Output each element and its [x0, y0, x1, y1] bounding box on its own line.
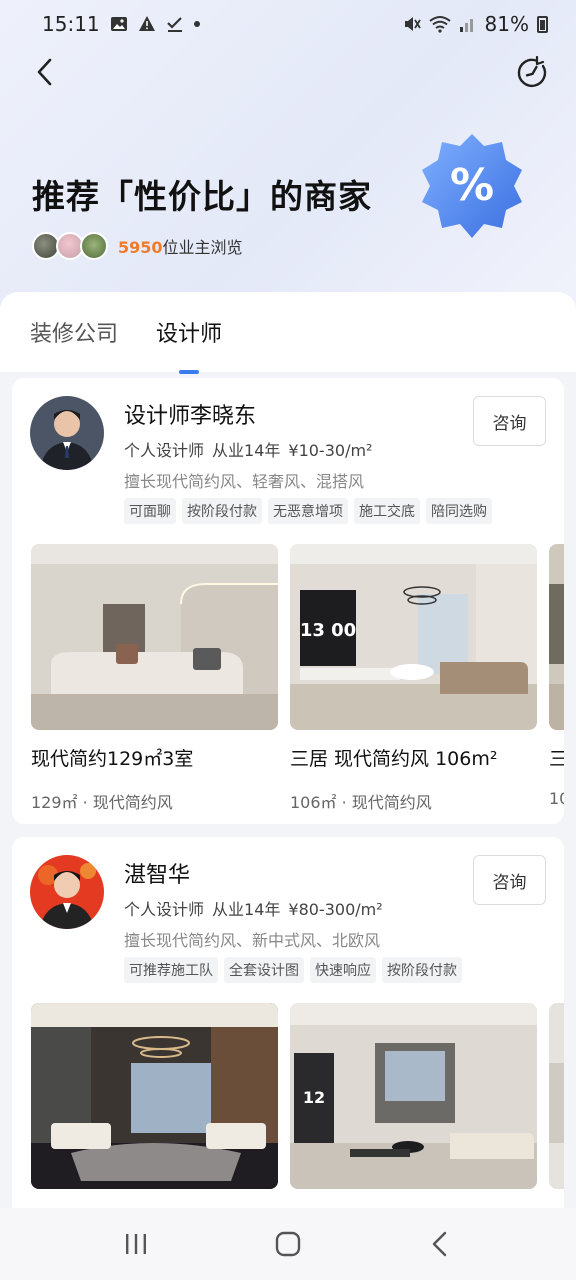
designer-name: 设计师李晓东: [124, 404, 257, 429]
service-tags: 可面聊 按阶段付款 无恶意增项 施工交底 陪同选购: [124, 498, 492, 524]
discount-percent-icon: %: [422, 134, 522, 238]
case-item[interactable]: 12: [290, 1003, 537, 1207]
status-bar: 15:11 81%: [0, 0, 576, 48]
service-tag: 陪同选购: [426, 498, 492, 524]
recent-apps-button[interactable]: [114, 1222, 158, 1266]
designer-name: 湛智华: [124, 863, 191, 888]
back-chevron-icon: [432, 1231, 447, 1257]
viewers-label: 位业主浏览: [162, 238, 243, 257]
tab-bar: 装修公司 设计师: [0, 292, 576, 372]
viewers-summary: 5950位业主浏览: [32, 230, 243, 262]
wifi-icon: [428, 16, 451, 33]
case-item[interactable]: 现代简约129㎡3室 129㎡ · 现代简约风: [31, 544, 278, 813]
viewers-count: 5950: [118, 238, 163, 257]
case-title: 三居 现代简约风 106m²: [290, 748, 498, 770]
designer-skills: 擅长现代简约风、轻奢风、混搭风: [124, 472, 365, 491]
system-nav-bar: [0, 1208, 576, 1280]
case-photo: [549, 1003, 564, 1189]
battery-icon: [537, 15, 548, 33]
designer-card[interactable]: 湛智华 个人设计师 从业14年 ¥80-300/m² 擅长现代简约风、新中式风、北欧…: [12, 837, 564, 1208]
case-subtitle: 129㎡ · 现代简约风: [31, 793, 173, 812]
battery-percent: 81%: [484, 12, 529, 36]
case-photo: [31, 1003, 278, 1189]
case-photo: [549, 544, 564, 730]
case-item[interactable]: [31, 1003, 278, 1207]
designer-meta: 个人设计师 从业14年 ¥80-300/m²: [124, 896, 391, 920]
service-tag: 可面聊: [124, 498, 176, 524]
case-item[interactable]: [549, 1003, 564, 1207]
recent-apps-icon: [126, 1234, 146, 1254]
system-back-button[interactable]: [418, 1222, 462, 1266]
status-time: 15:11: [42, 12, 100, 36]
home-icon: [275, 1231, 301, 1257]
designer-experience: 从业14年: [212, 441, 281, 460]
case-title: 现代简约129㎡3室: [31, 748, 194, 770]
signal-icon: [459, 19, 473, 32]
designer-price: ¥10-30/m²: [288, 441, 373, 460]
case-item[interactable]: 13 00 三居 现代简约风 106m² 106㎡ · 现代简约风: [290, 544, 537, 813]
case-photo: 12: [290, 1003, 537, 1189]
case-subtitle: 106㎡ · 现代简约风: [290, 793, 432, 812]
case-carousel[interactable]: 现代简约129㎡3室 129㎡ · 现代简约风 13 00 三居 现代简约风 1…: [31, 544, 564, 813]
home-button[interactable]: [266, 1222, 310, 1266]
case-photo: [31, 544, 278, 730]
tv-clock-text: 13 00: [300, 620, 356, 641]
consult-button[interactable]: 咨询: [473, 396, 546, 446]
case-title: 三: [549, 748, 564, 770]
avatar: [30, 855, 104, 929]
service-tag: 全套设计图: [224, 957, 304, 983]
check-icon: [166, 17, 182, 32]
service-tag: 按阶段付款: [182, 498, 262, 524]
content-sheet: 装修公司 设计师 设计师李晓东 个人设计师 从业14年 ¥10-30/m² 擅长现代…: [0, 292, 576, 1208]
avatar: [30, 396, 104, 470]
history-refresh-icon[interactable]: [516, 56, 550, 90]
designer-skills: 擅长现代简约风、新中式风、北欧风: [124, 931, 381, 950]
designer-experience: 从业14年: [212, 900, 281, 919]
badge-symbol: %: [450, 160, 494, 211]
page-title: 推荐「性价比」的商家: [32, 177, 372, 216]
case-item[interactable]: 三 10: [549, 544, 564, 813]
mute-icon: [404, 17, 421, 31]
designer-role: 个人设计师: [124, 900, 205, 919]
back-arrow-icon[interactable]: [28, 54, 64, 90]
case-photo: 13 00: [290, 544, 537, 730]
notification-dot-icon: [193, 21, 200, 27]
service-tag: 可推荐施工队: [124, 957, 218, 983]
designer-meta: 个人设计师 从业14年 ¥10-30/m²: [124, 437, 380, 461]
tab-decoration-company[interactable]: 装修公司: [30, 316, 118, 348]
case-carousel[interactable]: 12: [31, 1003, 564, 1207]
service-tag: 无恶意增项: [268, 498, 348, 524]
designer-card[interactable]: 设计师李晓东 个人设计师 从业14年 ¥10-30/m² 擅长现代简约风、轻奢风、混…: [12, 378, 564, 824]
case-subtitle: 10: [549, 789, 564, 808]
service-tag: 快速响应: [310, 957, 376, 983]
avatar: [80, 232, 108, 260]
designer-price: ¥80-300/m²: [288, 900, 383, 919]
service-tag: 按阶段付款: [382, 957, 462, 983]
gallery-icon: [110, 17, 127, 31]
consult-button[interactable]: 咨询: [473, 855, 546, 905]
tab-designer[interactable]: 设计师: [156, 316, 222, 348]
service-tags: 可推荐施工队 全套设计图 快速响应 按阶段付款: [124, 957, 462, 983]
tv-clock-text: 12: [303, 1088, 325, 1107]
warning-icon: [138, 16, 155, 31]
service-tag: 施工交底: [354, 498, 420, 524]
designer-role: 个人设计师: [124, 441, 205, 460]
